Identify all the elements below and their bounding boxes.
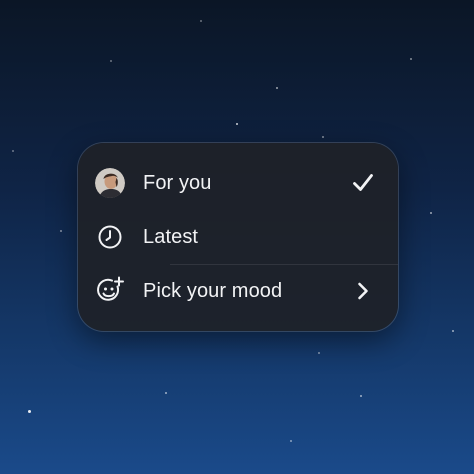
smiley-plus-icon: [95, 276, 125, 306]
star: [12, 150, 14, 152]
star: [410, 58, 412, 60]
chevron-right-icon: [350, 278, 376, 304]
star: [200, 20, 202, 22]
star: [360, 395, 362, 397]
star: [318, 352, 320, 354]
menu-item-label: Latest: [143, 225, 199, 248]
feed-filter-menu: For you Latest Pick your mood: [78, 143, 398, 331]
star: [236, 123, 238, 125]
star: [60, 230, 62, 232]
avatar: [95, 168, 125, 198]
menu-item-pick-your-mood[interactable]: Pick your mood: [78, 264, 398, 318]
star: [28, 410, 31, 413]
star: [110, 60, 112, 62]
star: [322, 136, 324, 138]
menu-item-latest[interactable]: Latest: [78, 210, 398, 264]
menu-item-label: Pick your mood: [143, 279, 283, 302]
star: [290, 440, 292, 442]
menu-item-for-you[interactable]: For you: [78, 156, 398, 210]
checkmark-icon: [350, 170, 376, 196]
avatar-image: [95, 168, 125, 198]
clock-icon: [95, 222, 125, 252]
menu-item-label: For you: [143, 171, 212, 194]
star: [452, 330, 454, 332]
star: [165, 392, 167, 394]
star: [430, 212, 432, 214]
star: [276, 87, 278, 89]
